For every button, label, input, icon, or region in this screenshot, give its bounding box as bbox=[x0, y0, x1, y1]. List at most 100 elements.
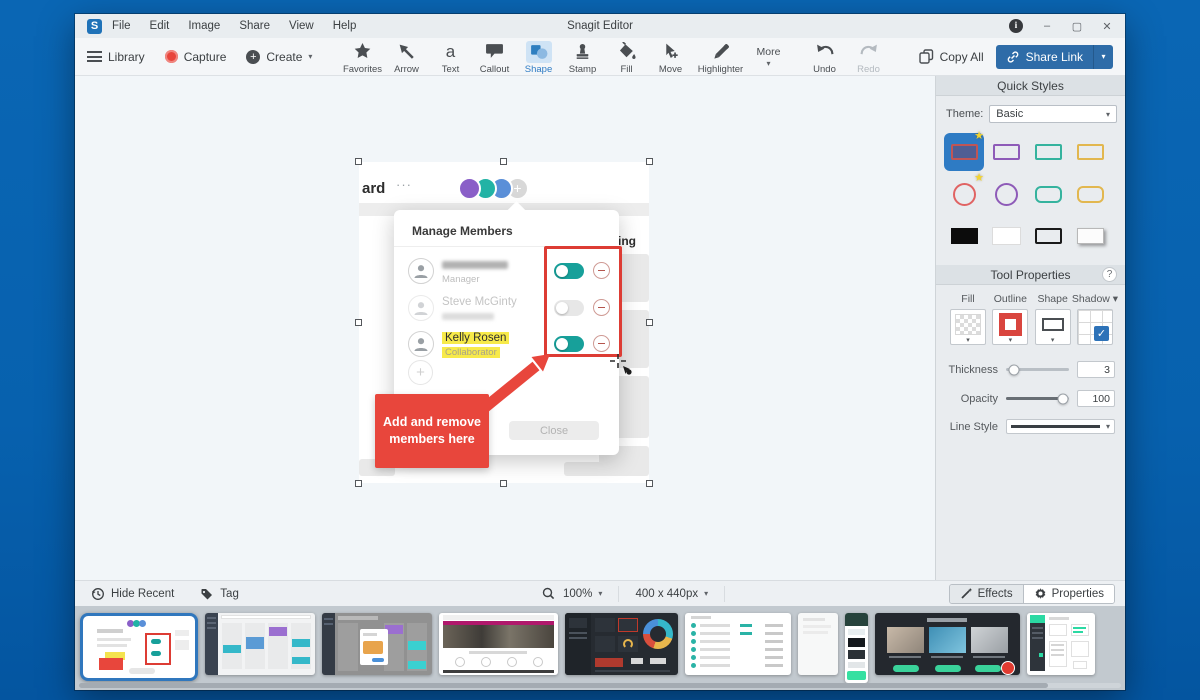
style-swatch-yellow-rounded-rect[interactable] bbox=[1070, 175, 1110, 213]
recent-thumbnail[interactable] bbox=[205, 613, 315, 675]
menu-help[interactable]: Help bbox=[333, 20, 357, 32]
selection-handle[interactable] bbox=[646, 319, 653, 326]
style-swatch-teal-rect[interactable] bbox=[1028, 133, 1068, 171]
style-swatch-black-fill[interactable] bbox=[944, 217, 984, 255]
selection-handle[interactable] bbox=[646, 158, 653, 165]
tool-more[interactable]: More ▾ bbox=[749, 39, 789, 68]
desktop-background: S File Edit Image Share View Help Snagit… bbox=[0, 0, 1200, 700]
tool-stamp[interactable]: Stamp bbox=[561, 39, 605, 75]
gear-icon bbox=[1034, 587, 1047, 600]
tool-callout[interactable]: Callout bbox=[473, 39, 517, 75]
opacity-slider[interactable] bbox=[1006, 397, 1069, 400]
redo-icon bbox=[856, 41, 882, 63]
maximize-button[interactable]: ▢ bbox=[1071, 20, 1083, 33]
tool-text[interactable]: a Text bbox=[429, 39, 473, 75]
help-button[interactable]: ? bbox=[1102, 267, 1117, 282]
tool-fill[interactable]: Fill bbox=[605, 39, 649, 75]
tool-favorites[interactable]: Favorites bbox=[341, 39, 385, 75]
captured-image[interactable]: ard ··· + Doing bbox=[359, 162, 649, 483]
create-button[interactable]: + Create ▾ bbox=[246, 50, 312, 64]
redacted-member-name bbox=[442, 261, 508, 269]
thickness-slider[interactable] bbox=[1006, 368, 1069, 371]
status-bar: Hide Recent Tag 100%▾ 400 x 440px▾ bbox=[75, 580, 1125, 606]
annotation-rectangle[interactable] bbox=[544, 246, 622, 357]
window-title: Snagit Editor bbox=[567, 20, 633, 32]
move-icon bbox=[658, 41, 684, 63]
menu-view[interactable]: View bbox=[289, 20, 314, 32]
recent-thumbnail[interactable] bbox=[685, 613, 791, 675]
recent-thumbnail[interactable] bbox=[875, 613, 1020, 675]
selection-handle[interactable] bbox=[500, 158, 507, 165]
style-swatch-yellow-rect[interactable] bbox=[1070, 133, 1110, 171]
library-button[interactable]: Library bbox=[87, 50, 145, 64]
recent-thumbnail[interactable] bbox=[845, 613, 868, 683]
chevron-down-icon: ▾ bbox=[767, 59, 771, 68]
shadow-label[interactable]: Shadow ▾ bbox=[1072, 293, 1118, 305]
style-swatch-teal-rounded-rect[interactable] bbox=[1028, 175, 1068, 213]
editing-canvas[interactable]: ard ··· + Doing bbox=[75, 76, 935, 580]
recent-thumbnail[interactable] bbox=[565, 613, 678, 675]
properties-button[interactable]: Properties bbox=[1023, 585, 1114, 603]
fill-swatch[interactable]: ▾ bbox=[950, 309, 986, 345]
style-swatch-purple-circle[interactable] bbox=[986, 175, 1026, 213]
style-swatch-red-circle[interactable]: ★ bbox=[944, 175, 984, 213]
shape-label: Shape bbox=[1037, 293, 1067, 305]
effects-button[interactable]: Effects bbox=[950, 585, 1023, 603]
tool-highlighter[interactable]: Highlighter bbox=[693, 39, 749, 75]
shape-style-swatch[interactable]: ▾ bbox=[1035, 309, 1071, 345]
shadow-checkbox[interactable]: ✓ bbox=[1094, 326, 1109, 341]
tool-properties-header: Tool Properties ? bbox=[936, 265, 1125, 285]
menu-file[interactable]: File bbox=[112, 20, 131, 32]
style-swatch-purple-rect[interactable] bbox=[986, 133, 1026, 171]
style-swatch-red-rect-selected[interactable]: ★ bbox=[944, 133, 984, 171]
star-icon bbox=[350, 41, 376, 63]
share-link-dropdown[interactable]: ▾ bbox=[1093, 45, 1113, 69]
recent-thumbnail[interactable] bbox=[322, 613, 432, 675]
dialog-close-button[interactable]: Close bbox=[509, 421, 599, 440]
menu-image[interactable]: Image bbox=[188, 20, 220, 32]
selection-handle[interactable] bbox=[355, 319, 362, 326]
tool-redo[interactable]: Redo bbox=[847, 39, 891, 75]
line-style-select[interactable]: ▾ bbox=[1006, 419, 1115, 434]
opacity-value[interactable]: 100 bbox=[1077, 390, 1115, 407]
shape-icon bbox=[526, 41, 552, 63]
zoom-level-dropdown[interactable]: 100%▾ bbox=[563, 588, 602, 600]
share-link-button[interactable]: Share Link ▾ bbox=[996, 45, 1113, 69]
tool-arrow[interactable]: Arrow bbox=[385, 39, 429, 75]
snagit-logo-icon: S bbox=[87, 19, 102, 34]
highlighted-member-name: Kelly Rosen bbox=[442, 332, 509, 344]
outline-swatch[interactable]: ▾ bbox=[992, 309, 1028, 345]
tool-undo[interactable]: Undo bbox=[803, 39, 847, 75]
shadow-swatch[interactable]: ✓ bbox=[1077, 309, 1113, 345]
tool-move[interactable]: Move bbox=[649, 39, 693, 75]
selection-handle[interactable] bbox=[355, 158, 362, 165]
recent-thumbnail[interactable] bbox=[1027, 613, 1095, 675]
theme-select[interactable]: Basic ▾ bbox=[989, 105, 1117, 123]
recent-thumbnail[interactable] bbox=[798, 613, 838, 675]
style-swatch-shadow-rect[interactable] bbox=[1070, 217, 1110, 255]
menu-edit[interactable]: Edit bbox=[150, 20, 170, 32]
close-button[interactable]: ✕ bbox=[1101, 20, 1113, 33]
minimize-button[interactable]: – bbox=[1041, 20, 1053, 32]
menu-share[interactable]: Share bbox=[239, 20, 270, 32]
selection-handle[interactable] bbox=[646, 480, 653, 487]
add-member-button[interactable]: + bbox=[408, 360, 433, 385]
recent-thumbnail-selected[interactable] bbox=[80, 613, 198, 681]
selection-handle[interactable] bbox=[355, 480, 362, 487]
style-swatch-black-outline[interactable] bbox=[1028, 217, 1068, 255]
annotation-callout[interactable]: Add and remove members here bbox=[375, 394, 489, 468]
scrollbar-thumb[interactable] bbox=[79, 683, 1048, 688]
info-icon[interactable]: i bbox=[1009, 19, 1023, 33]
tag-button[interactable]: Tag bbox=[200, 587, 239, 601]
capture-button[interactable]: Capture bbox=[165, 50, 227, 64]
thumbnail-scrollbar[interactable] bbox=[79, 683, 1121, 688]
copy-all-button[interactable]: Copy All bbox=[919, 49, 984, 64]
thickness-value[interactable]: 3 bbox=[1077, 361, 1115, 378]
tool-shape[interactable]: Shape bbox=[517, 39, 561, 75]
style-swatch-white-fill[interactable] bbox=[986, 217, 1026, 255]
opacity-label: Opacity bbox=[936, 393, 998, 405]
hide-recent-button[interactable]: Hide Recent bbox=[91, 587, 174, 601]
canvas-size-dropdown[interactable]: 400 x 440px▾ bbox=[635, 588, 708, 600]
selection-handle[interactable] bbox=[500, 480, 507, 487]
recent-thumbnail[interactable] bbox=[439, 613, 558, 675]
